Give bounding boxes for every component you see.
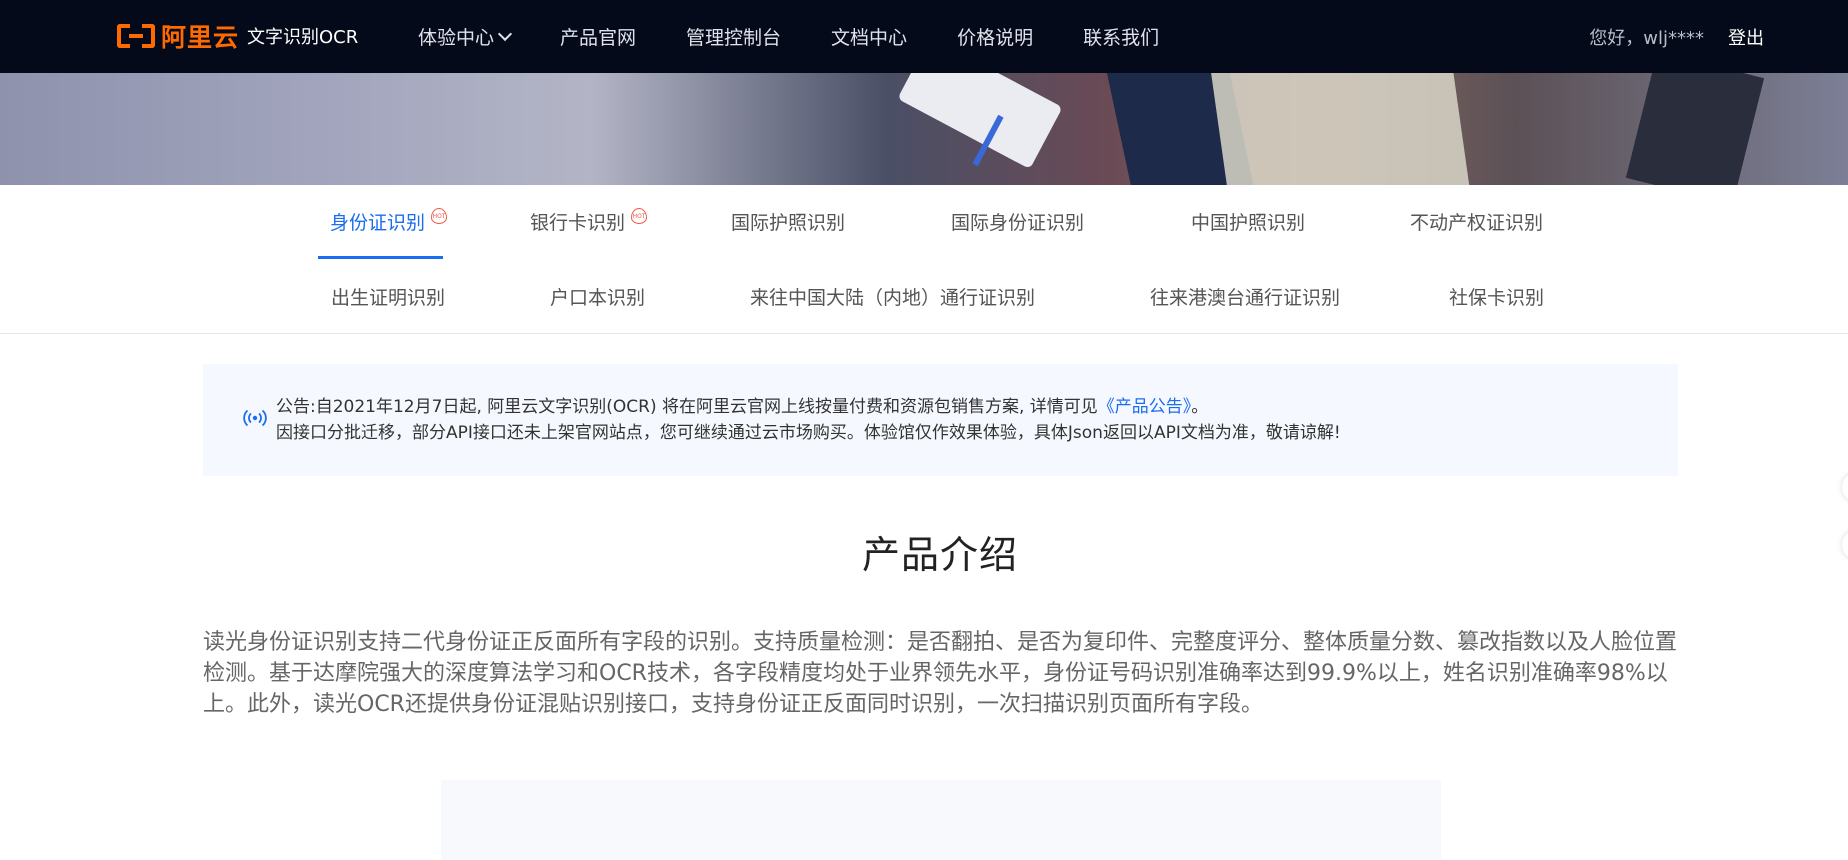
hot-icon: HOT: [631, 208, 648, 224]
announcement-line-1-suffix: 。: [1191, 397, 1209, 417]
nav-experience-center-label: 体验中心: [418, 27, 495, 49]
tab-social-security-card[interactable]: 社保卡识别: [1449, 281, 1544, 311]
nav-product-site[interactable]: 产品官网: [560, 23, 636, 50]
nav-contact[interactable]: 联系我们: [1083, 23, 1159, 50]
tab-property-cert[interactable]: 不动产权证识别: [1410, 206, 1543, 236]
demo-panel: [441, 780, 1441, 860]
main-nav: 体验中心 产品官网 管理控制台 文档中心 价格说明 联系我们: [418, 0, 1209, 73]
broadcast-icon: [243, 409, 267, 427]
logout-link[interactable]: 登出: [1728, 24, 1764, 50]
announcement-line-1: 公告:自2021年12月7日起, 阿里云文字识别(OCR) 将在阿里云官网上线按…: [276, 394, 1341, 420]
top-navigation-bar: 阿里云 文字识别OCR 体验中心 产品官网 管理控制台 文档中心 价格说明 联系…: [0, 0, 1848, 73]
aliyun-logo-icon: [117, 24, 155, 48]
tab-id-card[interactable]: 身份证识别 HOT: [330, 206, 448, 236]
product-intro-text: 读光身份证识别支持二代身份证正反面所有字段的识别。支持质量检测：是否翻拍、是否为…: [203, 630, 1678, 717]
hot-icon: HOT: [431, 208, 448, 224]
tab-china-passport[interactable]: 中国护照识别: [1191, 206, 1305, 236]
announcement-box: 公告:自2021年12月7日起, 阿里云文字识别(OCR) 将在阿里云官网上线按…: [203, 364, 1678, 476]
tab-bank-card[interactable]: 银行卡识别 HOT: [530, 206, 648, 236]
tab-bank-card-label: 银行卡识别: [530, 211, 626, 234]
tab-intl-id-card[interactable]: 国际身份证识别: [951, 206, 1084, 236]
announcement-line-2: 因接口分批迁移，部分API接口还未上架官网站点，您可继续通过云市场购买。体验馆仅…: [276, 423, 1341, 443]
nav-experience-center[interactable]: 体验中心: [418, 23, 513, 50]
aliyun-logo[interactable]: 阿里云 文字识别OCR: [117, 20, 358, 52]
banner-card-shape: [1209, 73, 1471, 185]
tab-household-register[interactable]: 户口本识别: [550, 281, 645, 311]
ocr-type-tabs: 身份证识别 HOT 银行卡识别 HOT 国际护照识别 国际身份证识别 中国护照识…: [0, 185, 1848, 334]
tab-birth-cert[interactable]: 出生证明识别: [331, 281, 445, 311]
active-tab-underline: [318, 256, 443, 259]
banner-device-shape: [1625, 73, 1765, 185]
nav-docs[interactable]: 文档中心: [831, 23, 907, 50]
user-area: 您好，wlj**** 登出: [1589, 0, 1764, 73]
hero-banner-image: [0, 73, 1848, 185]
product-notice-link[interactable]: 《产品公告》: [1098, 397, 1192, 417]
announcement-text: 公告:自2021年12月7日起, 阿里云文字识别(OCR) 将在阿里云官网上线按…: [276, 394, 1341, 446]
tab-id-card-label: 身份证识别: [330, 211, 426, 234]
tab-mainland-travel-permit[interactable]: 来往中国大陆（内地）通行证识别: [750, 281, 1035, 311]
announcement-line-1-text: 公告:自2021年12月7日起, 阿里云文字识别(OCR) 将在阿里云官网上线按…: [276, 397, 1098, 417]
tab-hk-macau-taiwan-permit[interactable]: 往来港澳台通行证识别: [1150, 281, 1340, 311]
tab-intl-passport[interactable]: 国际护照识别: [731, 206, 845, 236]
floating-side-button[interactable]: [1842, 472, 1848, 502]
nav-console[interactable]: 管理控制台: [686, 23, 781, 50]
nav-pricing[interactable]: 价格说明: [957, 23, 1033, 50]
user-greeting: 您好，wlj****: [1589, 27, 1704, 49]
chevron-down-icon: [497, 26, 513, 42]
logo-brand-text: 阿里云: [161, 23, 240, 52]
logo-product-text: 文字识别OCR: [247, 27, 359, 48]
product-intro-title: 产品介绍: [861, 533, 1018, 577]
